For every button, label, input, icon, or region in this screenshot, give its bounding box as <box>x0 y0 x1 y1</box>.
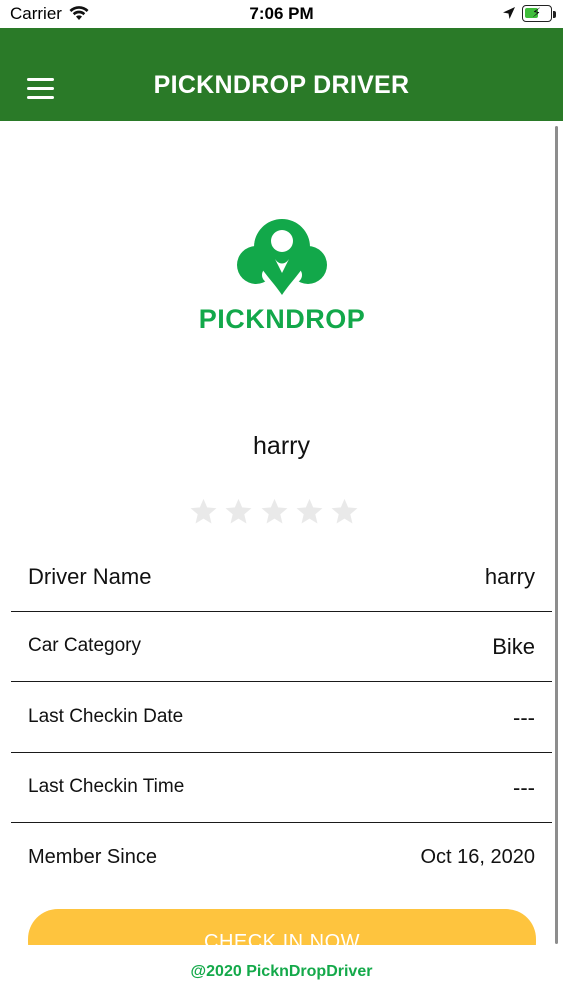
header-title: PICKNDROP DRIVER <box>153 71 410 99</box>
row-label: Car Category <box>28 635 141 656</box>
status-time: 7:06 PM <box>249 4 314 23</box>
star-icon <box>190 498 217 524</box>
car-category-row: Car Category Bike <box>11 612 552 682</box>
last-checkin-time-row: Last Checkin Time --- <box>11 753 552 823</box>
driver-name-row: Driver Name harry <box>11 542 552 612</box>
last-checkin-date-row: Last Checkin Date --- <box>11 683 552 753</box>
star-icon <box>331 498 358 524</box>
app-header: PICKNDROP DRIVER <box>0 28 563 121</box>
row-value: Bike <box>492 634 535 659</box>
row-label: Member Since <box>28 846 157 868</box>
profile-name: harry <box>253 432 310 460</box>
row-value: Oct 16, 2020 <box>420 846 535 868</box>
footer-copyright: @2020 PicknDropDriver <box>190 963 373 980</box>
row-label: Last Checkin Date <box>28 706 184 727</box>
row-value: --- <box>513 775 535 800</box>
footer: @2020 PicknDropDriver <box>0 945 563 1000</box>
row-value: --- <box>513 705 535 730</box>
star-icon <box>225 498 252 524</box>
status-bar: Carrier 7:06 PM ⚡ <box>0 0 563 28</box>
location-arrow-icon <box>502 6 516 25</box>
battery-nub <box>553 11 556 18</box>
row-label: Driver Name <box>28 564 152 589</box>
logo-wordmark: PICKNDROP <box>198 304 366 334</box>
battery-charging-icon: ⚡ <box>522 5 552 22</box>
star-icon <box>296 498 323 524</box>
scroll-indicator[interactable] <box>555 126 558 944</box>
member-since-row: Member Since Oct 16, 2020 <box>11 824 552 894</box>
row-label: Last Checkin Time <box>28 776 185 797</box>
rating-stars <box>189 497 359 529</box>
star-icon <box>261 498 287 524</box>
row-value: harry <box>484 564 535 589</box>
